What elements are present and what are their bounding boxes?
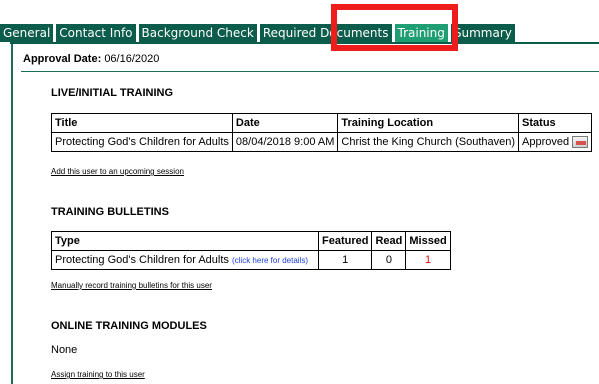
col-featured: Featured bbox=[317, 231, 373, 251]
cell-type: Protecting God's Children for Adults (cl… bbox=[51, 250, 319, 270]
details-link[interactable]: (click here for details) bbox=[232, 256, 308, 265]
add-to-session-link[interactable]: Add this user to an upcoming session bbox=[51, 167, 184, 176]
edit-icon[interactable] bbox=[572, 136, 589, 149]
cell-date: 08/04/2018 9:00 AM bbox=[231, 132, 339, 152]
cell-location: Christ the King Church (Southaven) bbox=[337, 132, 520, 152]
assign-training-link[interactable]: Assign training to this user bbox=[51, 370, 145, 379]
col-type: Type bbox=[51, 231, 319, 251]
tab-background-check[interactable]: Background Check bbox=[138, 24, 257, 42]
live-training-table: Title Date Training Location Status Prot… bbox=[51, 113, 593, 152]
online-modules-title: ONLINE TRAINING MODULES bbox=[51, 320, 207, 332]
tab-bar: General Contact Info Background Check Re… bbox=[0, 22, 518, 42]
approval-date: Approval Date: 06/16/2020 bbox=[23, 53, 159, 65]
online-modules-none: None bbox=[51, 344, 78, 356]
col-date: Date bbox=[231, 113, 339, 133]
cell-status: Approved bbox=[518, 132, 593, 152]
cell-read: 0 bbox=[371, 250, 407, 270]
col-location: Training Location bbox=[337, 113, 520, 133]
table-header-row: Type Featured Read Missed bbox=[51, 231, 451, 251]
table-row: Protecting God's Children for Adults 08/… bbox=[51, 132, 593, 152]
table-header-row: Title Date Training Location Status bbox=[51, 113, 593, 133]
col-read: Read bbox=[371, 231, 407, 251]
bulletin-type: Protecting God's Children for Adults bbox=[55, 254, 229, 266]
approval-date-label: Approval Date: bbox=[23, 53, 102, 65]
col-status: Status bbox=[518, 113, 593, 133]
tab-training[interactable]: Training bbox=[394, 24, 448, 42]
col-missed: Missed bbox=[405, 231, 451, 251]
status-text: Approved bbox=[522, 135, 570, 148]
tab-general[interactable]: General bbox=[0, 24, 54, 42]
training-bulletins-title: TRAINING BULLETINS bbox=[51, 206, 169, 218]
training-panel: Approval Date: 06/16/2020 LIVE/INITIAL T… bbox=[11, 44, 599, 384]
tab-required-documents[interactable]: Required Documents bbox=[259, 24, 392, 42]
divider bbox=[21, 71, 599, 72]
live-training-title: LIVE/INITIAL TRAINING bbox=[51, 87, 174, 99]
record-bulletins-link[interactable]: Manually record training bulletins for t… bbox=[51, 281, 212, 290]
cell-title: Protecting God's Children for Adults bbox=[51, 132, 233, 152]
cell-missed: 1 bbox=[405, 250, 451, 270]
tab-summary[interactable]: Summary bbox=[450, 24, 515, 42]
table-row: Protecting God's Children for Adults (cl… bbox=[51, 250, 451, 270]
training-bulletins-table: Type Featured Read Missed Protecting God… bbox=[51, 231, 451, 270]
approval-date-value: 06/16/2020 bbox=[104, 53, 160, 65]
tab-contact-info[interactable]: Contact Info bbox=[56, 24, 136, 42]
cell-featured: 1 bbox=[317, 250, 373, 270]
col-title: Title bbox=[51, 113, 233, 133]
